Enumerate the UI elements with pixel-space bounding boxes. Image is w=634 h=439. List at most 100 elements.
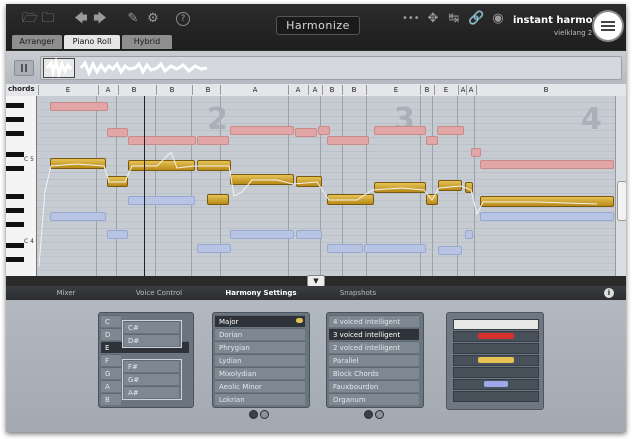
pitch-curve xyxy=(38,151,598,267)
voice-blue-indicator xyxy=(484,381,508,387)
link-icon[interactable]: ••• xyxy=(402,12,420,26)
waveform-overview[interactable] xyxy=(40,56,622,80)
key-list: C D E F G A B C# D# F# G# A# xyxy=(98,312,194,408)
voicing-option[interactable]: 4 voiced intelligent xyxy=(329,315,419,327)
chord-label[interactable]: E xyxy=(38,85,97,95)
scale-option[interactable]: Lokrian xyxy=(215,393,305,405)
logo-icon xyxy=(594,12,622,40)
key-option[interactable]: C xyxy=(101,315,121,327)
waveform-shape xyxy=(45,57,208,79)
scale-option[interactable]: Dorian xyxy=(215,328,305,340)
key-option[interactable]: G# xyxy=(124,373,179,385)
chord-label[interactable]: A xyxy=(308,85,321,95)
chord-label[interactable]: B xyxy=(476,85,615,95)
key-option[interactable]: A# xyxy=(124,386,179,398)
tab-harmony-settings[interactable]: Harmony Settings xyxy=(221,286,301,300)
key-option[interactable]: C# xyxy=(124,321,179,333)
tab-arranger[interactable]: Arranger xyxy=(12,35,62,49)
piano-keyboard[interactable]: C 5 C 4 xyxy=(6,96,37,276)
sharps-lower-box: F# G# A# xyxy=(122,359,182,400)
scale-option[interactable]: Lydian xyxy=(215,354,305,366)
chords-label: chords xyxy=(8,85,35,93)
tab-snapshots[interactable]: Snapshots xyxy=(328,286,388,300)
key-option[interactable]: D# xyxy=(124,334,179,346)
voicing-option[interactable]: Organum xyxy=(329,393,419,405)
voice-level[interactable] xyxy=(453,343,539,354)
chain-icon[interactable]: 🔗 xyxy=(468,12,484,26)
vertical-scrollbar[interactable] xyxy=(615,96,626,276)
tab-mixer[interactable]: Mixer xyxy=(36,286,96,300)
note-grid[interactable]: 2 3 4 xyxy=(37,96,615,276)
voicing-option[interactable]: 2 voiced intelligent xyxy=(329,341,419,353)
voicing-option[interactable]: Parallel xyxy=(329,354,419,366)
voice-level[interactable] xyxy=(453,379,539,390)
chord-label[interactable]: B xyxy=(342,85,365,95)
scale-option[interactable]: Mixolydian xyxy=(215,367,305,379)
voice-level[interactable] xyxy=(453,391,539,402)
tab-hybrid[interactable]: Hybrid xyxy=(122,35,172,49)
chord-label[interactable]: B xyxy=(118,85,149,95)
voice-level[interactable] xyxy=(453,319,539,330)
key-option[interactable]: D xyxy=(101,328,121,340)
voice-stack-display xyxy=(446,312,544,410)
gear-icon[interactable]: ⚙ xyxy=(145,12,161,26)
chord-label[interactable]: B xyxy=(420,85,433,95)
voice-level[interactable] xyxy=(453,355,539,366)
octave-label: C 5 xyxy=(24,156,34,163)
key-option[interactable]: A xyxy=(101,380,121,392)
edit-icon[interactable]: ✎ xyxy=(125,12,141,26)
voicing-option[interactable]: Block Chords xyxy=(329,367,419,379)
folder-open-icon[interactable]: 🗁 xyxy=(22,12,38,26)
chord-label[interactable]: A xyxy=(220,85,289,95)
chord-label[interactable]: A xyxy=(466,85,475,95)
voice-gold-indicator xyxy=(478,357,514,363)
module-title: Harmonize xyxy=(276,16,360,35)
folder-save-icon[interactable]: 🗀 xyxy=(40,12,56,26)
brand-subtitle: vielklang 2 xyxy=(554,29,593,37)
chord-label[interactable]: A xyxy=(288,85,307,95)
bottom-panel: Mixer Voice Control Harmony Settings Sna… xyxy=(6,286,626,432)
pause-button[interactable] xyxy=(14,60,34,76)
scale-option[interactable]: Phrygian xyxy=(215,341,305,353)
chord-label[interactable]: B xyxy=(192,85,223,95)
chord-label[interactable]: B xyxy=(322,85,341,95)
record-icon[interactable]: ◉ xyxy=(490,12,506,26)
tab-voice-control[interactable]: Voice Control xyxy=(124,286,194,300)
tab-piano-roll[interactable]: Piano Roll xyxy=(64,35,120,49)
voicing-list: 4 voiced intelligent 3 voiced intelligen… xyxy=(326,312,424,408)
scale-list: Major Dorian Phrygian Lydian Mixolydian … xyxy=(212,312,310,408)
voice-level[interactable] xyxy=(453,331,539,342)
move-icon[interactable]: ✥ xyxy=(425,12,441,26)
scale-option-selected[interactable]: Major xyxy=(215,315,305,327)
split-icon[interactable]: ↹ xyxy=(446,12,462,26)
scale-page-dots[interactable] xyxy=(249,410,271,419)
chord-label[interactable]: A xyxy=(98,85,117,95)
scroll-thumb[interactable] xyxy=(617,181,626,221)
playhead[interactable] xyxy=(144,96,145,276)
app-window: 🗁 🗀 🡄 🡆 ✎ ⚙ ? Harmonize ••• ✥ ↹ 🔗 ◉ inst… xyxy=(6,4,626,432)
key-option[interactable]: G xyxy=(101,367,121,379)
scale-option[interactable]: Aeolic Minor xyxy=(215,380,305,392)
voice-red-indicator xyxy=(478,333,514,339)
voicing-option-selected[interactable]: 3 voiced intelligent xyxy=(329,328,419,340)
key-option[interactable]: B xyxy=(101,393,121,405)
sharps-upper-box: C# D# xyxy=(122,320,182,348)
redo-icon[interactable]: 🡆 xyxy=(92,12,108,26)
key-option[interactable]: F# xyxy=(124,360,179,372)
voice-level[interactable] xyxy=(453,367,539,378)
voicing-option[interactable]: Fauxbourdon xyxy=(329,380,419,392)
overview-strip xyxy=(6,51,626,84)
info-icon[interactable]: i xyxy=(604,288,614,298)
key-option[interactable]: F xyxy=(101,354,121,366)
brand-name: instant harmony xyxy=(513,15,607,26)
chord-label[interactable]: E xyxy=(434,85,457,95)
chord-label[interactable]: E xyxy=(366,85,425,95)
top-toolbar: 🗁 🗀 🡄 🡆 ✎ ⚙ ? Harmonize ••• ✥ ↹ 🔗 ◉ inst… xyxy=(6,4,626,50)
voicing-page-dots[interactable] xyxy=(364,410,386,419)
octave-label: C 4 xyxy=(24,238,34,245)
help-icon[interactable]: ? xyxy=(176,12,190,26)
toggle-icon[interactable] xyxy=(296,318,303,323)
chord-label[interactable]: B xyxy=(156,85,187,95)
undo-icon[interactable]: 🡄 xyxy=(73,12,89,26)
panel-tabs: Mixer Voice Control Harmony Settings Sna… xyxy=(6,286,626,300)
